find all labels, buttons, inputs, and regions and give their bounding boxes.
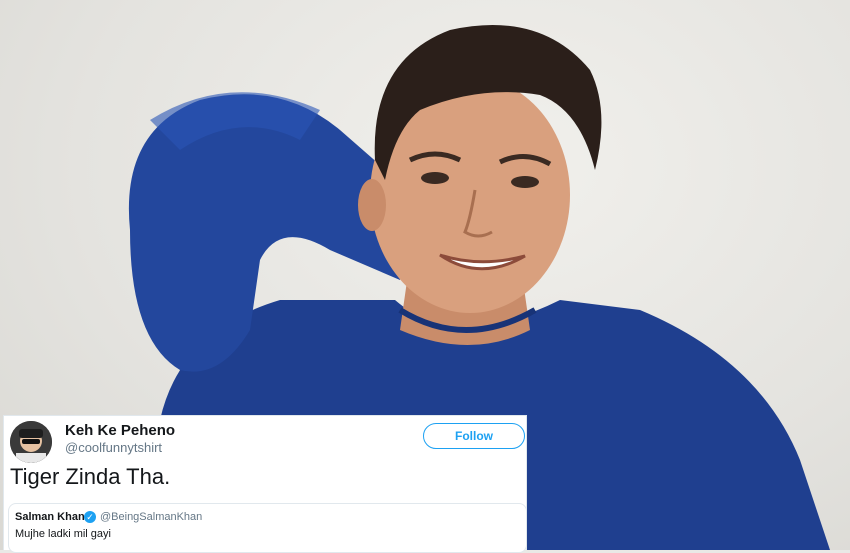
avatar[interactable] xyxy=(10,421,52,463)
quoted-author-name: Salman Khan xyxy=(15,511,85,523)
quoted-author-handle: @BeingSalmanKhan xyxy=(100,511,203,523)
tweet-author-handle[interactable]: @coolfunnytshirt xyxy=(65,440,162,455)
verified-badge-icon: ✓ xyxy=(84,511,96,523)
avatar-image xyxy=(10,421,52,463)
embedded-tweet-card: Keh Ke Peheno @coolfunnytshirt Follow Ti… xyxy=(3,415,527,553)
quoted-tweet-text: Mujhe ladki mil gayi xyxy=(15,528,111,540)
tweet-text: Tiger Zinda Tha. xyxy=(10,464,171,489)
quoted-tweet[interactable]: Salman Khan ✓ @BeingSalmanKhan Mujhe lad… xyxy=(8,503,527,553)
follow-button[interactable]: Follow xyxy=(423,423,525,449)
tweet-author-name[interactable]: Keh Ke Peheno xyxy=(65,422,175,439)
